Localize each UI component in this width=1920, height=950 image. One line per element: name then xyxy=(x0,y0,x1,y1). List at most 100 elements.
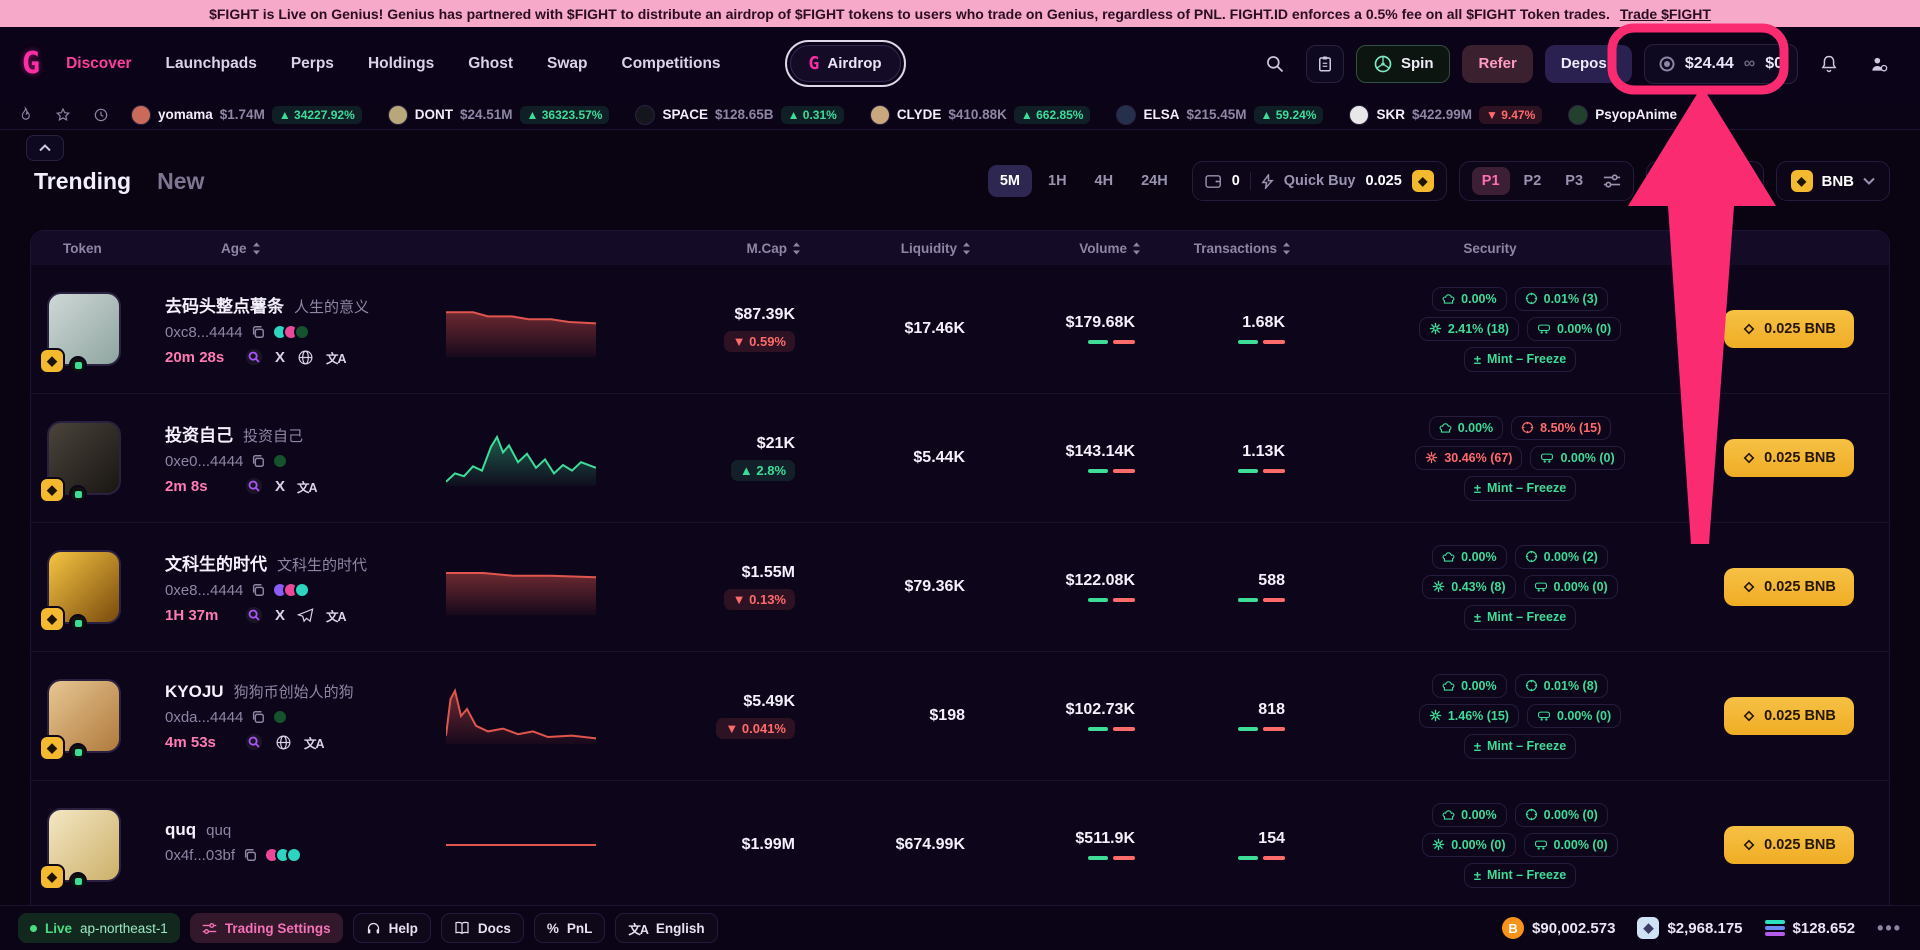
token-image[interactable]: ◆ xyxy=(39,292,121,374)
chain-selector[interactable]: ◆ BNB xyxy=(1775,161,1890,201)
collapse-ticker-button[interactable] xyxy=(26,135,64,161)
airdrop-button[interactable]: G Airdrop xyxy=(789,45,901,82)
copy-address-icon[interactable] xyxy=(251,454,265,468)
ticker-token-psyopanime[interactable]: PsyopAnime xyxy=(1568,104,1677,125)
ticker-token-space[interactable]: SPACE $128.65B ▲ 0.31% xyxy=(635,104,844,125)
token-name[interactable]: 文科生的时代 xyxy=(165,550,267,575)
telegram-icon[interactable] xyxy=(297,607,314,623)
x-icon[interactable]: X xyxy=(275,349,285,366)
ticker-token-dont[interactable]: DONT $24.51M ▲ 36323.57% xyxy=(387,104,610,125)
docs-button[interactable]: Docs xyxy=(440,913,524,943)
language-button[interactable]: 文A English xyxy=(615,913,718,943)
nav-item-ghost[interactable]: Ghost xyxy=(468,55,513,73)
table-row[interactable]: ◆ quq quq 0x4f...03bf $1.99M $674.99K $5… xyxy=(31,781,1889,910)
table-row[interactable]: ◆ 去码头整点薯条 人生的意义 0xc8...4444 20m 28s X 文A xyxy=(31,265,1889,394)
help-button[interactable]: Help xyxy=(352,913,431,943)
sliders-icon[interactable] xyxy=(1603,173,1621,189)
security-badge-line: 0.00% 8.50% (15) xyxy=(1428,415,1612,440)
filter-button[interactable]: Filter xyxy=(1646,161,1764,201)
flame-icon[interactable] xyxy=(18,106,33,123)
token-name[interactable]: KYOJU xyxy=(165,682,224,702)
nav-item-discover[interactable]: Discover xyxy=(66,55,131,73)
promo-banner-link[interactable]: Trade $FIGHT xyxy=(1620,6,1711,22)
quick-buy-button[interactable]: 0.025 BNB xyxy=(1724,439,1854,477)
col-transactions[interactable]: Transactions xyxy=(1141,241,1291,256)
translate-icon[interactable]: 文A xyxy=(326,348,347,367)
search-icon[interactable] xyxy=(1256,45,1294,83)
ticker-token-skr[interactable]: SKR $422.99M ▼ 9.47% xyxy=(1349,104,1543,125)
refer-button[interactable]: Refer xyxy=(1462,44,1533,83)
token-search-icon[interactable] xyxy=(245,733,263,751)
table-row[interactable]: ◆ KYOJU 狗狗币创始人的狗 0xda...4444 4m 53s 文A $… xyxy=(31,652,1889,781)
copy-address-icon[interactable] xyxy=(243,848,257,862)
token-avatar xyxy=(1349,104,1370,125)
tab-trending[interactable]: Trending xyxy=(34,168,131,195)
filter-bar: 5M 1H 4H 24H 0 Quick Buy 0.025 ◆ P1 P2 P3 Fil… xyxy=(987,161,1890,201)
pnl-button[interactable]: % PnL xyxy=(533,913,606,943)
quick-buy-amount[interactable]: 0.025 xyxy=(1366,173,1402,189)
token-name[interactable]: quq xyxy=(165,820,196,840)
ticker-token-elsa[interactable]: ELSA $215.45M ▲ 59.24% xyxy=(1116,104,1324,125)
token-search-icon[interactable] xyxy=(245,477,263,495)
wallet-balance-pill[interactable]: $24.44 ∞ $0 xyxy=(1643,43,1798,84)
translate-icon[interactable]: 文A xyxy=(304,733,325,752)
timeframe-5m[interactable]: 5M xyxy=(987,165,1032,197)
nav-item-launchpads[interactable]: Launchpads xyxy=(166,55,257,73)
clock-icon[interactable] xyxy=(93,107,109,123)
token-image[interactable]: ◆ xyxy=(39,808,121,890)
nav-item-competitions[interactable]: Competitions xyxy=(622,55,721,73)
preset-p3[interactable]: P3 xyxy=(1555,167,1593,195)
col-age[interactable]: Age xyxy=(131,241,421,256)
more-options-icon[interactable]: ••• xyxy=(1877,918,1902,939)
app-logo[interactable]: G xyxy=(22,46,40,81)
translate-icon[interactable]: 文A xyxy=(326,606,347,625)
refer-label: Refer xyxy=(1478,55,1517,72)
quick-buy-label[interactable]: Quick Buy xyxy=(1284,173,1356,189)
col-volume[interactable]: Volume xyxy=(971,241,1141,256)
star-icon[interactable] xyxy=(55,107,71,123)
col-liquidity[interactable]: Liquidity xyxy=(801,241,971,256)
quick-buy-button[interactable]: 0.025 BNB xyxy=(1724,697,1854,735)
copy-address-icon[interactable] xyxy=(251,710,265,724)
tab-new[interactable]: New xyxy=(157,168,204,195)
table-row[interactable]: ◆ 文科生的时代 文科生的时代 0xe8...4444 1H 37m X 文A xyxy=(31,523,1889,652)
watchlist-clipboard-icon[interactable] xyxy=(1305,44,1344,83)
token-search-icon[interactable] xyxy=(245,348,263,366)
quick-buy-button[interactable]: 0.025 BNB xyxy=(1724,310,1854,348)
ticker-token-yomama[interactable]: yomama $1.74M ▲ 34227.92% xyxy=(131,104,362,125)
token-image[interactable]: ◆ xyxy=(39,679,121,761)
x-icon[interactable]: X xyxy=(275,607,285,624)
copy-address-icon[interactable] xyxy=(251,325,265,339)
globe-icon[interactable] xyxy=(275,734,292,751)
wallet-count[interactable]: 0 xyxy=(1232,173,1240,189)
spin-button[interactable]: Spin xyxy=(1355,44,1451,83)
timeframe-24h[interactable]: 24H xyxy=(1129,165,1180,197)
notifications-bell-icon[interactable] xyxy=(1810,45,1848,83)
timeframe-4h[interactable]: 4H xyxy=(1083,165,1126,197)
copy-address-icon[interactable] xyxy=(251,583,265,597)
token-name[interactable]: 投资自己 xyxy=(165,421,233,446)
x-icon[interactable]: X xyxy=(275,478,285,495)
quick-buy-button[interactable]: 0.025 BNB xyxy=(1724,826,1854,864)
col-mcap[interactable]: M.Cap xyxy=(621,241,801,256)
ticker-token-clyde[interactable]: CLYDE $410.88K ▲ 662.85% xyxy=(869,104,1091,125)
token-image[interactable]: ◆ xyxy=(39,550,121,632)
preset-p1[interactable]: P1 xyxy=(1471,167,1510,195)
token-image[interactable]: ◆ xyxy=(39,421,121,503)
token-search-icon[interactable] xyxy=(245,606,263,624)
trading-settings-button[interactable]: Trading Settings xyxy=(189,913,343,943)
translate-icon[interactable]: 文A xyxy=(297,477,318,496)
deposit-button[interactable]: Deposit xyxy=(1544,44,1632,83)
quick-buy-button[interactable]: 0.025 BNB xyxy=(1724,568,1854,606)
nav-item-swap[interactable]: Swap xyxy=(547,55,587,73)
preset-p2[interactable]: P2 xyxy=(1514,167,1552,195)
token-name[interactable]: 去码头整点薯条 xyxy=(165,292,284,317)
connection-status[interactable]: Live ap-northeast-1 xyxy=(18,913,180,943)
nav-item-perps[interactable]: Perps xyxy=(291,55,334,73)
table-row[interactable]: ◆ 投资自己 投资自己 0xe0...4444 2m 8s X 文A $21K … xyxy=(31,394,1889,523)
globe-icon[interactable] xyxy=(297,349,314,366)
nav-item-holdings[interactable]: Holdings xyxy=(368,55,434,73)
timeframe-1h[interactable]: 1H xyxy=(1036,165,1079,197)
account-settings-icon[interactable] xyxy=(1860,45,1898,83)
security-pm-badge: ± Mint – Freeze xyxy=(1463,475,1577,501)
